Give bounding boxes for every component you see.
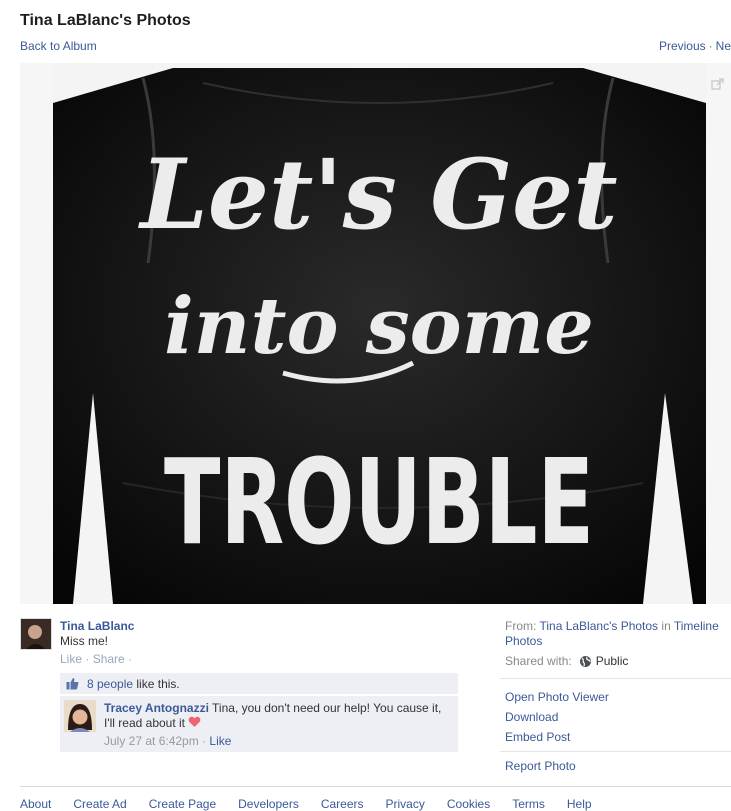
comment: Tracey Antognazzi Tina, you don't need o…	[60, 696, 458, 752]
photo-caption: Miss me!	[60, 634, 108, 648]
footer-help-link[interactable]: Help	[567, 797, 592, 811]
action-separator-trailing: ·	[128, 652, 133, 666]
commenter-avatar[interactable]	[64, 700, 96, 732]
globe-icon	[579, 655, 591, 667]
like-link[interactable]: Like	[60, 652, 82, 666]
download-link[interactable]: Download	[505, 710, 558, 724]
report-photo-link[interactable]: Report Photo	[505, 759, 576, 773]
shared-with-label: Shared with:	[505, 654, 572, 668]
footer-careers-link[interactable]: Careers	[321, 797, 364, 811]
comment-separator: ·	[202, 734, 207, 748]
back-to-album-link[interactable]: Back to Album	[20, 39, 97, 53]
photo-lettering-line-2: into some	[164, 281, 594, 372]
likes-summary: 8 people like this.	[60, 673, 458, 694]
expand-icon[interactable]	[711, 77, 725, 91]
footer-create-ad-link[interactable]: Create Ad	[73, 797, 126, 811]
page-title: Tina LaBlanc's Photos	[20, 12, 191, 29]
owner-name-link[interactable]: Tina LaBlanc	[60, 619, 134, 633]
likers-link[interactable]: 8 people	[87, 677, 133, 691]
owner-avatar[interactable]	[20, 618, 52, 650]
album-link[interactable]: Tina LaBlanc's Photos	[539, 619, 658, 633]
next-link[interactable]: Ne	[716, 39, 731, 53]
share-link[interactable]: Share	[93, 652, 125, 666]
footer-create-page-link[interactable]: Create Page	[149, 797, 216, 811]
privacy-info: Shared with: Public	[505, 654, 731, 668]
embed-post-link[interactable]: Embed Post	[505, 730, 570, 744]
post-actions: Like · Share ·	[60, 652, 132, 666]
comment-meta: July 27 at 6:42pm · Like	[104, 734, 231, 748]
photo-lettering-line-3: TROUBLE	[164, 433, 594, 571]
open-photo-viewer-link[interactable]: Open Photo Viewer	[505, 690, 609, 704]
photo-info: From: Tina LaBlanc's Photos in Timeline …	[505, 619, 731, 668]
options-divider	[500, 678, 731, 679]
footer-privacy-link[interactable]: Privacy	[386, 797, 425, 811]
heart-icon	[189, 716, 201, 727]
photo-lettering-line-1: Let's Get	[137, 138, 617, 251]
photo[interactable]: Let's Get into some TROUBLE	[53, 63, 706, 604]
photo-pager: Previous · Ne	[659, 39, 731, 53]
comment-like-link[interactable]: Like	[209, 734, 231, 748]
photo-stage[interactable]: Let's Get into some TROUBLE	[20, 63, 731, 604]
comment-body: Tracey Antognazzi Tina, you don't need o…	[104, 701, 444, 731]
commenter-name-link[interactable]: Tracey Antognazzi	[104, 701, 209, 715]
report-divider	[500, 751, 731, 752]
jacket-photo-graphic: Let's Get into some TROUBLE	[53, 63, 706, 604]
footer-cookies-link[interactable]: Cookies	[447, 797, 490, 811]
footer-about-link[interactable]: About	[20, 797, 51, 811]
previous-link[interactable]: Previous	[659, 39, 706, 53]
from-label: From:	[505, 619, 537, 633]
footer-divider	[20, 786, 731, 787]
photo-source: From: Tina LaBlanc's Photos in Timeline …	[505, 619, 731, 649]
footer-developers-link[interactable]: Developers	[238, 797, 299, 811]
comment-timestamp[interactable]: July 27 at 6:42pm	[104, 734, 199, 748]
in-label: in	[661, 619, 671, 633]
action-separator: ·	[85, 652, 90, 666]
audience-value[interactable]: Public	[596, 654, 629, 668]
likes-suffix: like this.	[136, 676, 180, 691]
footer-terms-link[interactable]: Terms	[512, 797, 545, 811]
pager-separator: ·	[708, 39, 713, 53]
footer: About Create Ad Create Page Developers Caree…	[20, 797, 614, 811]
thumbs-up-icon	[66, 678, 79, 690]
